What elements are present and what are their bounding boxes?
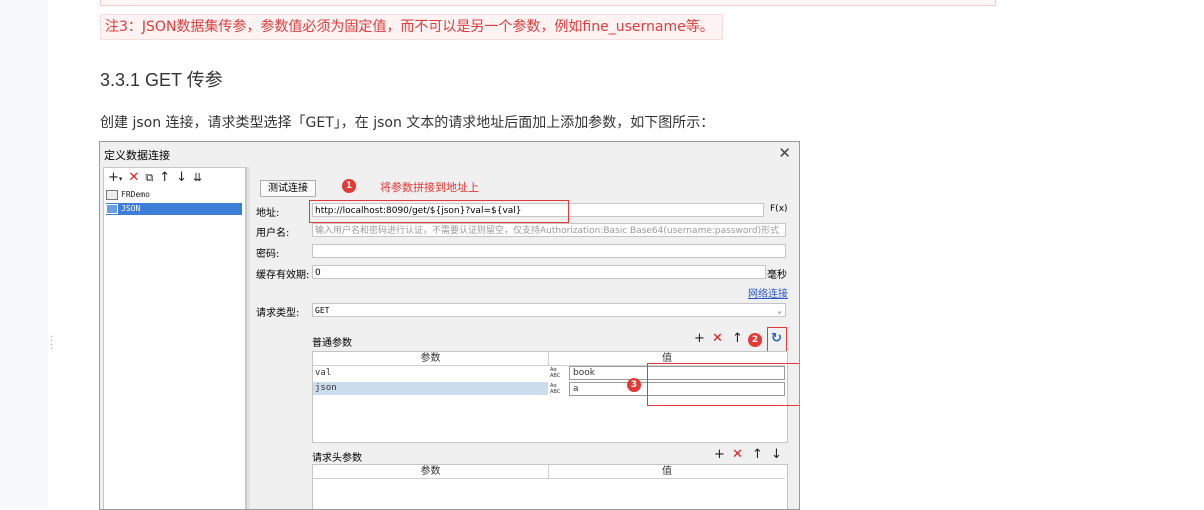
headers-col-param: 参数 [313, 465, 549, 479]
body-paragraph: 创建 json 连接，请求类型选择「GET」，在 json 文本的请求地址后面加… [100, 115, 715, 131]
connection-settings-panel: 测试连接 1 将参数拼接到地址上 地址: http://localhost:80… [250, 167, 799, 509]
cache-unit: 毫秒 [767, 270, 787, 281]
tree-item-frdemo[interactable]: FRDemo [106, 189, 150, 201]
dialog-title: 定义数据连接 [104, 149, 170, 162]
param-row[interactable]: json [313, 382, 548, 395]
password-label: 密码: [256, 249, 280, 260]
close-icon[interactable]: ✕ [778, 144, 791, 162]
add-icon[interactable]: +▾ [108, 170, 122, 185]
params-section-title: 普通参数 [312, 338, 352, 349]
delete-param-icon[interactable]: ✕ [712, 331, 723, 346]
note-callout: 注3：JSON数据集传参，参数值必须为固定值，而不可以是另一个参数，例如fine… [100, 14, 723, 40]
delete-header-icon[interactable]: ✕ [732, 447, 743, 462]
add-header-icon[interactable]: + [714, 447, 725, 462]
password-input[interactable] [312, 244, 786, 258]
add-param-icon[interactable]: + [694, 331, 705, 346]
text-type-icon[interactable]: Aα ABC [550, 367, 566, 379]
annotation-text-1: 将参数拼接到地址上 [380, 181, 479, 194]
annotation-badge-1: 1 [342, 179, 356, 193]
move-down-icon[interactable]: ↓ [176, 170, 187, 185]
json-icon [106, 203, 118, 214]
request-type-select[interactable]: GET ⌄ [312, 303, 786, 317]
define-data-connection-dialog: 定义数据连接 ✕ +▾ ✕ ⧉ ↑ ↓ ⇊ FRDemo JSON 测试连接 1… [99, 141, 800, 510]
params-col-param: 参数 [313, 352, 549, 366]
annotation-badge-2: 2 [748, 333, 762, 347]
text-type-icon[interactable]: Aα ABC [550, 383, 566, 395]
value-highlight-box [647, 363, 799, 406]
address-label: 地址: [256, 208, 280, 219]
move-down-header-icon[interactable]: ↓ [771, 447, 782, 462]
annotation-badge-3: 3 [627, 378, 641, 392]
username-input[interactable]: 输入用户名和密码进行认证，不需要认证则留空，仅支持Authorization:B… [312, 223, 786, 237]
headers-table: 参数 值 [312, 464, 788, 509]
cache-label: 缓存有效期: [256, 270, 310, 281]
database-icon [106, 189, 118, 200]
param-row[interactable]: val [313, 367, 548, 380]
cache-input[interactable]: 0 [312, 265, 766, 279]
section-heading: 3.3.1 GET 传参 [100, 70, 223, 90]
tree-item-json[interactable]: JSON [106, 203, 242, 215]
delete-icon[interactable]: ✕ [128, 170, 139, 185]
move-up-icon[interactable]: ↑ [159, 170, 170, 185]
request-type-label: 请求类型: [256, 308, 300, 319]
move-up-param-icon[interactable]: ↑ [732, 331, 743, 346]
network-connection-link[interactable]: 网络连接 [748, 285, 788, 300]
refresh-highlight-box [767, 327, 787, 352]
formula-button[interactable]: F(x) [770, 204, 788, 214]
username-label: 用户名: [256, 228, 290, 239]
connection-tree-panel: +▾ ✕ ⧉ ↑ ↓ ⇊ FRDemo JSON [103, 167, 246, 509]
headers-section-title: 请求头参数 [312, 453, 362, 464]
address-highlight-box [309, 200, 569, 223]
headers-col-value: 值 [549, 465, 785, 479]
previous-block [100, 0, 996, 6]
tree-toolbar: +▾ ✕ ⧉ ↑ ↓ ⇊ [108, 170, 202, 185]
left-gutter [0, 0, 48, 508]
test-connection-button[interactable]: 测试连接 [260, 180, 316, 197]
drag-handle-icon[interactable]: · · · · [50, 333, 54, 355]
chevron-down-icon: ⌄ [777, 306, 782, 315]
sort-icon[interactable]: ⇊ [193, 171, 202, 184]
move-up-header-icon[interactable]: ↑ [752, 447, 763, 462]
copy-icon[interactable]: ⧉ [145, 171, 153, 185]
